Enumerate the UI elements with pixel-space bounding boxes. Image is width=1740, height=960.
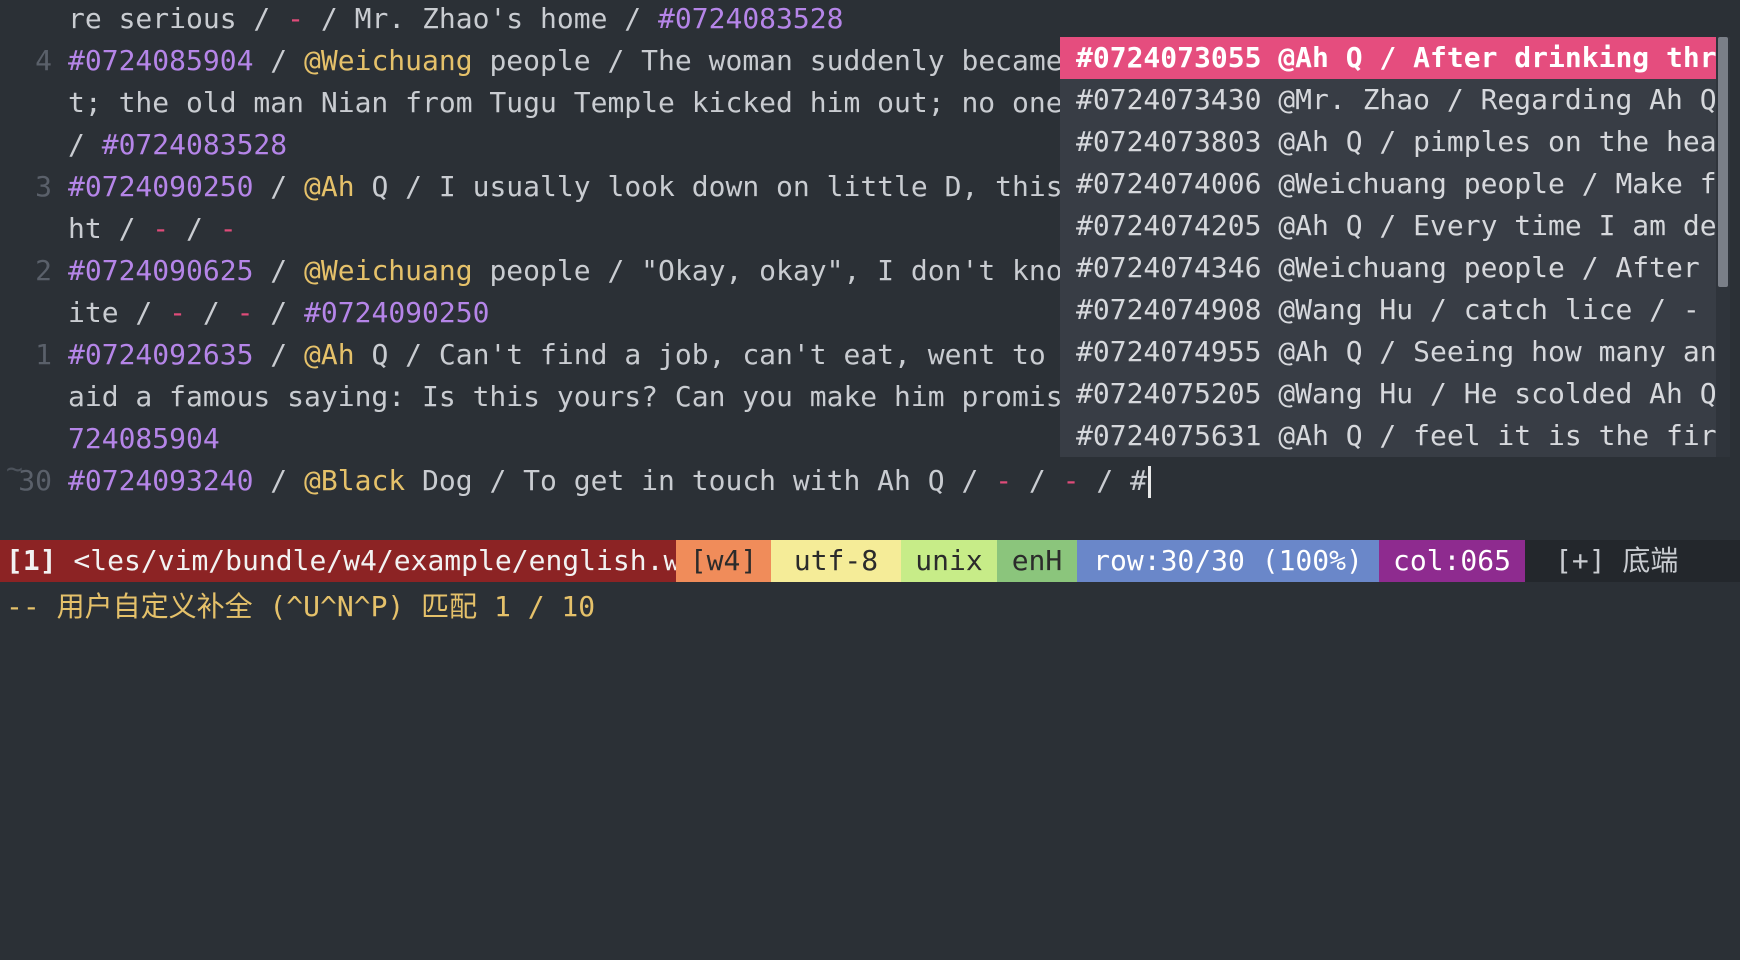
line-text: Dog / To get in touch with Ah Q / [405,464,996,497]
editor-line[interactable]: t; the old man Nian from Tugu Temple kic… [68,82,1113,124]
editor-line[interactable]: ht / - / - [68,208,237,250]
buffer-number: [1] [6,544,57,577]
tag-id: #0724090250 [304,296,490,329]
empty-field-dash: - [995,464,1013,497]
editor-line[interactable]: ite / - / - / #0724090250 [68,292,489,334]
empty-field-dash: - [1062,464,1080,497]
line-text: / [253,254,305,287]
tag-id: #0724090625 [68,254,254,287]
status-encoding: utf-8 [771,540,901,582]
tag-id: #0724083528 [101,128,288,161]
status-language: enH [997,540,1077,582]
line-number [0,0,60,40]
editor-line[interactable]: aid a famous saying: Is this yours? Can … [68,376,1113,418]
text-cursor [1147,466,1151,498]
status-fileformat: unix [901,540,997,582]
editor-line[interactable]: 724085904 [68,418,220,460]
line-text: / Mr. Zhao's home / [304,2,659,35]
tag-id: #0724093240 [68,464,254,497]
empty-line-marker: ~ [6,452,23,485]
line-number [0,82,60,124]
line-number: 1 [35,338,52,371]
editor-line[interactable]: / #0724083528 [68,124,287,166]
mention: @Weichuang [304,44,473,77]
status-file-segment: [1] <les/vim/bundle/w4/example/english.w… [0,540,697,582]
completion-item[interactable]: #0724074346 @Weichuang people / After Ah [1060,247,1716,289]
completion-item-selected[interactable]: #0724073055 @Ah Q / After drinking three [1060,37,1716,79]
mention: @Ah [304,170,355,203]
file-path: <les/vim/bundle/w4/example/english.w4 [56,544,698,577]
status-filetype: [w4] [676,540,771,582]
editor-line[interactable]: #0724090625 / @Weichuang people / "Okay,… [68,250,1113,292]
line-text: / # [1079,464,1147,497]
completion-item[interactable]: #0724073803 @Ah Q / pimples on the head [1060,121,1716,163]
completion-item[interactable]: #0724074908 @Wang Hu / catch lice / - / [1060,289,1716,331]
line-text: people / The woman suddenly became as [472,44,1114,77]
line-text: people / "Okay, okay", I don't know i [472,254,1114,287]
completion-item[interactable]: #0724074955 @Ah Q / Seeing how many and [1060,331,1716,373]
line-text: / [169,212,220,245]
line-text: / [1012,464,1063,497]
command-line-message: -- 用户自定义补全 (^U^N^P) 匹配 1 / 10 [6,590,596,623]
editor-line[interactable]: #0724092635 / @Ah Q / Can't find a job, … [68,334,1113,376]
tag-id: #0724092635 [68,338,254,371]
empty-field-dash: - [152,212,170,245]
mention: @Ah [304,338,355,371]
status-row: row:30/30 (100%) [1077,540,1379,582]
editor-line[interactable]: #0724090250 / @Ah Q / I usually look dow… [68,166,1113,208]
status-col: col:065 [1379,540,1525,582]
editor-line[interactable]: re serious / - / Mr. Zhao's home / #0724… [68,0,843,40]
empty-field-dash: - [287,2,305,35]
mention: @Black [304,464,406,497]
empty-field-dash: - [219,212,237,245]
completion-item[interactable]: #0724074006 @Weichuang people / Make fun [1060,163,1716,205]
line-number [0,208,60,250]
completion-item[interactable]: #0724075631 @Ah Q / feel it is the first [1060,415,1716,457]
completion-popup[interactable]: #0724073055 @Ah Q / After drinking three… [1060,37,1716,457]
popup-scrollbar-thumb[interactable] [1718,37,1728,287]
tag-id: #0724090250 [68,170,254,203]
line-text: / [68,128,102,161]
vim-editor[interactable]: re serious / - / Mr. Zhao's home / #0724… [0,0,1740,628]
line-text: ite / [68,296,170,329]
line-text: / [253,296,305,329]
tag-id: #0724083528 [658,2,844,35]
completion-item[interactable]: #0724074205 @Ah Q / Every time I am defe [1060,205,1716,247]
line-text: / [253,44,305,77]
line-text: / [186,296,237,329]
line-text: ht / [68,212,153,245]
empty-field-dash: - [236,296,254,329]
line-number [0,376,60,418]
editor-line[interactable]: #0724085904 / @Weichuang people / The wo… [68,40,1113,82]
editor-line[interactable]: #0724093240 / @Black Dog / To get in tou… [68,460,1151,502]
tag-id: #0724085904 [68,44,254,77]
line-number [0,292,60,334]
line-number [0,124,60,166]
completion-item[interactable]: #0724073430 @Mr. Zhao / Regarding Ah Q's [1060,79,1716,121]
line-text: Q / Can't find a job, can't eat, went to… [354,338,1114,371]
tag-id: 724085904 [68,422,220,455]
line-number: 4 [35,44,52,77]
line-text: re serious / [68,2,288,35]
completion-item[interactable]: #0724075205 @Wang Hu / He scolded Ah Q f [1060,373,1716,415]
line-text: Q / I usually look down on little D, thi… [354,170,1114,203]
line-text: / [253,170,305,203]
mention: @Weichuang [304,254,473,287]
status-line: [1] <les/vim/bundle/w4/example/english.w… [0,540,1740,582]
line-text: / [253,338,305,371]
line-number: 2 [35,254,52,287]
empty-field-dash: - [169,296,187,329]
line-text: aid a famous saying: Is this yours? Can … [68,380,1114,413]
line-number: 3 [35,170,52,203]
status-modified-position: [+] 底端 [1525,540,1740,582]
line-text: / [253,464,305,497]
line-text: t; the old man Nian from Tugu Temple kic… [68,86,1114,119]
